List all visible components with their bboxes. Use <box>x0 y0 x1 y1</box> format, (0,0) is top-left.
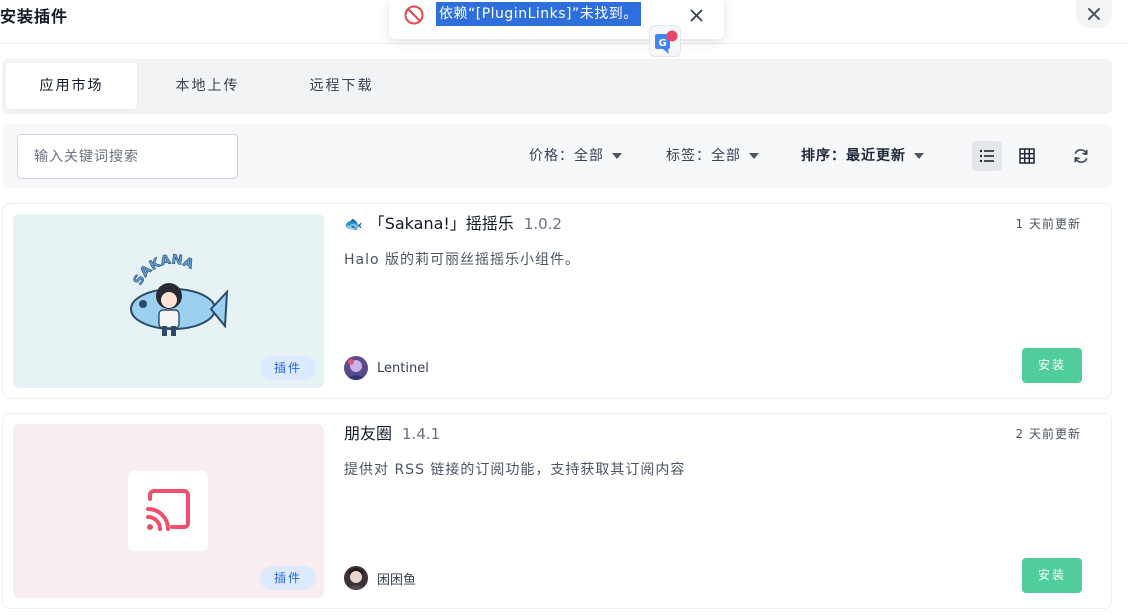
grid-icon <box>1019 148 1035 164</box>
close-icon <box>1088 8 1100 20</box>
chevron-down-icon <box>749 153 759 159</box>
tab-remote-download[interactable]: 远程下载 <box>276 63 407 109</box>
plugin-version: 1.0.2 <box>523 215 562 233</box>
svg-text:SAKANA: SAKANA <box>131 252 196 287</box>
modal-close-button[interactable] <box>1076 0 1112 28</box>
sort-label: 排序：最近更新 <box>801 148 906 164</box>
plugin-type-badge: 插件 <box>259 356 316 380</box>
rss-logo-tile <box>128 471 208 551</box>
plugin-author[interactable]: Lentinel <box>344 356 429 380</box>
plugin-updated-time: 2 天前更新 <box>1015 427 1081 441</box>
header-divider <box>0 43 1128 44</box>
plugin-name: 朋友圈 <box>344 424 393 443</box>
svg-text:G: G <box>659 38 667 49</box>
translate-icon[interactable]: G <box>649 25 681 57</box>
close-icon <box>690 9 702 21</box>
tag-filter-label: 标签：全部 <box>666 148 741 164</box>
grid-view-button[interactable] <box>1012 141 1042 171</box>
refresh-icon <box>1074 149 1088 163</box>
plugin-card[interactable]: SAKANA 插件 🐟 「Sakana!」摇摇乐 1.0.2 1 天前更新 Ha… <box>2 203 1112 399</box>
tab-marketplace[interactable]: 应用市场 <box>6 63 137 109</box>
plugin-type-badge: 插件 <box>259 566 316 590</box>
install-button[interactable]: 安装 <box>1022 348 1082 383</box>
fish-icon: 🐟 <box>344 215 363 233</box>
tab-local-upload[interactable]: 本地上传 <box>142 63 273 109</box>
cast-rss-icon <box>146 489 190 531</box>
toast-message: 依赖“[PluginLinks]”未找到。 <box>436 2 641 26</box>
install-button[interactable]: 安装 <box>1022 558 1082 593</box>
list-view-button[interactable] <box>972 141 1002 171</box>
plugin-version: 1.4.1 <box>402 425 441 443</box>
filter-bar: 价格：全部 标签：全部 排序：最近更新 <box>2 124 1112 188</box>
search-input[interactable] <box>17 134 238 179</box>
plugin-thumbnail: SAKANA 插件 <box>13 214 324 388</box>
plugin-author[interactable]: 困困鱼 <box>344 566 416 590</box>
sort-dropdown[interactable]: 排序：最近更新 <box>801 144 924 168</box>
chevron-down-icon <box>914 153 924 159</box>
plugin-description: Halo 版的莉可丽丝摇摇乐小组件。 <box>344 252 581 268</box>
plugin-updated-time: 1 天前更新 <box>1015 217 1081 231</box>
plugin-description: 提供对 RSS 链接的订阅功能，支持获取其订阅内容 <box>344 462 686 478</box>
plugin-title[interactable]: 🐟 「Sakana!」摇摇乐 1.0.2 <box>344 212 562 236</box>
forbidden-icon <box>404 5 424 25</box>
author-name: 困困鱼 <box>377 572 417 588</box>
toast-close-button[interactable] <box>685 4 707 26</box>
plugin-card[interactable]: 插件 朋友圈 1.4.1 2 天前更新 提供对 RSS 链接的订阅功能，支持获取… <box>2 413 1112 609</box>
plugin-title[interactable]: 朋友圈 1.4.1 <box>344 422 440 446</box>
install-source-tabs: 应用市场 本地上传 远程下载 <box>2 59 1112 114</box>
tag-filter-dropdown[interactable]: 标签：全部 <box>666 144 759 168</box>
price-filter-label: 价格：全部 <box>529 148 604 164</box>
avatar <box>344 356 368 380</box>
avatar <box>344 566 368 590</box>
plugin-thumbnail: 插件 <box>13 424 324 598</box>
author-name: Lentinel <box>377 360 429 376</box>
modal-title: 安装插件 <box>0 7 69 26</box>
list-icon <box>979 149 994 163</box>
chevron-down-icon <box>612 153 622 159</box>
plugin-name: 「Sakana!」摇摇乐 <box>368 214 514 233</box>
refresh-button[interactable] <box>1066 141 1096 171</box>
price-filter-dropdown[interactable]: 价格：全部 <box>529 144 622 168</box>
